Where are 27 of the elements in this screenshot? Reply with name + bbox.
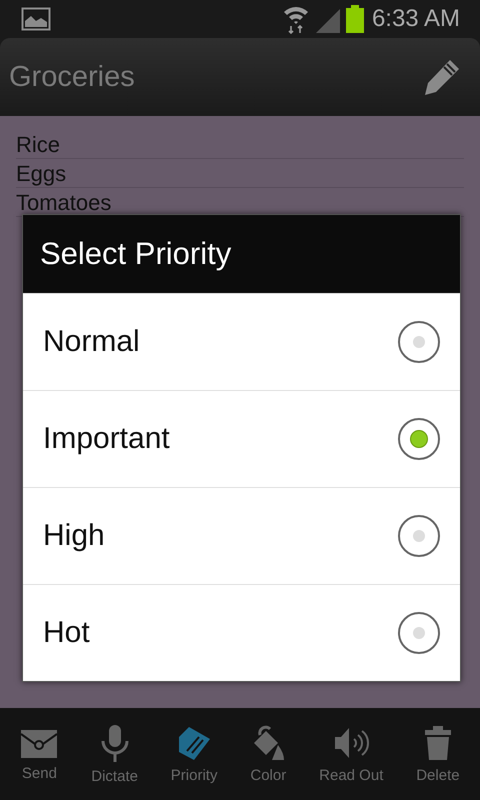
wifi-icon <box>282 4 310 34</box>
list-item[interactable]: Rice <box>16 132 60 158</box>
radio-button[interactable] <box>398 418 440 460</box>
toolbar-button[interactable]: Send <box>18 722 60 786</box>
toolbar-button[interactable]: Dictate <box>89 720 140 788</box>
battery-icon <box>346 5 364 33</box>
toolbar-button[interactable]: Delete <box>414 720 462 788</box>
priority-option[interactable]: Important <box>23 390 460 487</box>
priority-option[interactable]: Normal <box>23 293 460 390</box>
radio-button[interactable] <box>398 612 440 654</box>
radio-button[interactable] <box>398 321 440 363</box>
priority-option[interactable]: Hot <box>23 584 460 681</box>
list-item[interactable]: Eggs <box>16 161 66 187</box>
list-title: Groceries <box>9 60 135 94</box>
clock-time: 6:33 AM <box>372 5 460 33</box>
toolbar-button[interactable]: Color <box>248 720 288 788</box>
priority-option[interactable]: High <box>23 487 460 584</box>
dialog-title: Select Priority <box>40 236 232 272</box>
pencil-icon[interactable] <box>422 57 462 97</box>
image-icon <box>21 7 51 31</box>
radio-button[interactable] <box>398 515 440 557</box>
toolbar-button[interactable]: Read Out <box>317 720 386 788</box>
toolbar-button[interactable]: Priority <box>168 720 220 788</box>
trash-icon <box>424 724 452 760</box>
list-item[interactable]: Tomatoes <box>16 190 112 216</box>
tag-icon <box>177 724 212 760</box>
microphone-icon <box>100 724 130 762</box>
